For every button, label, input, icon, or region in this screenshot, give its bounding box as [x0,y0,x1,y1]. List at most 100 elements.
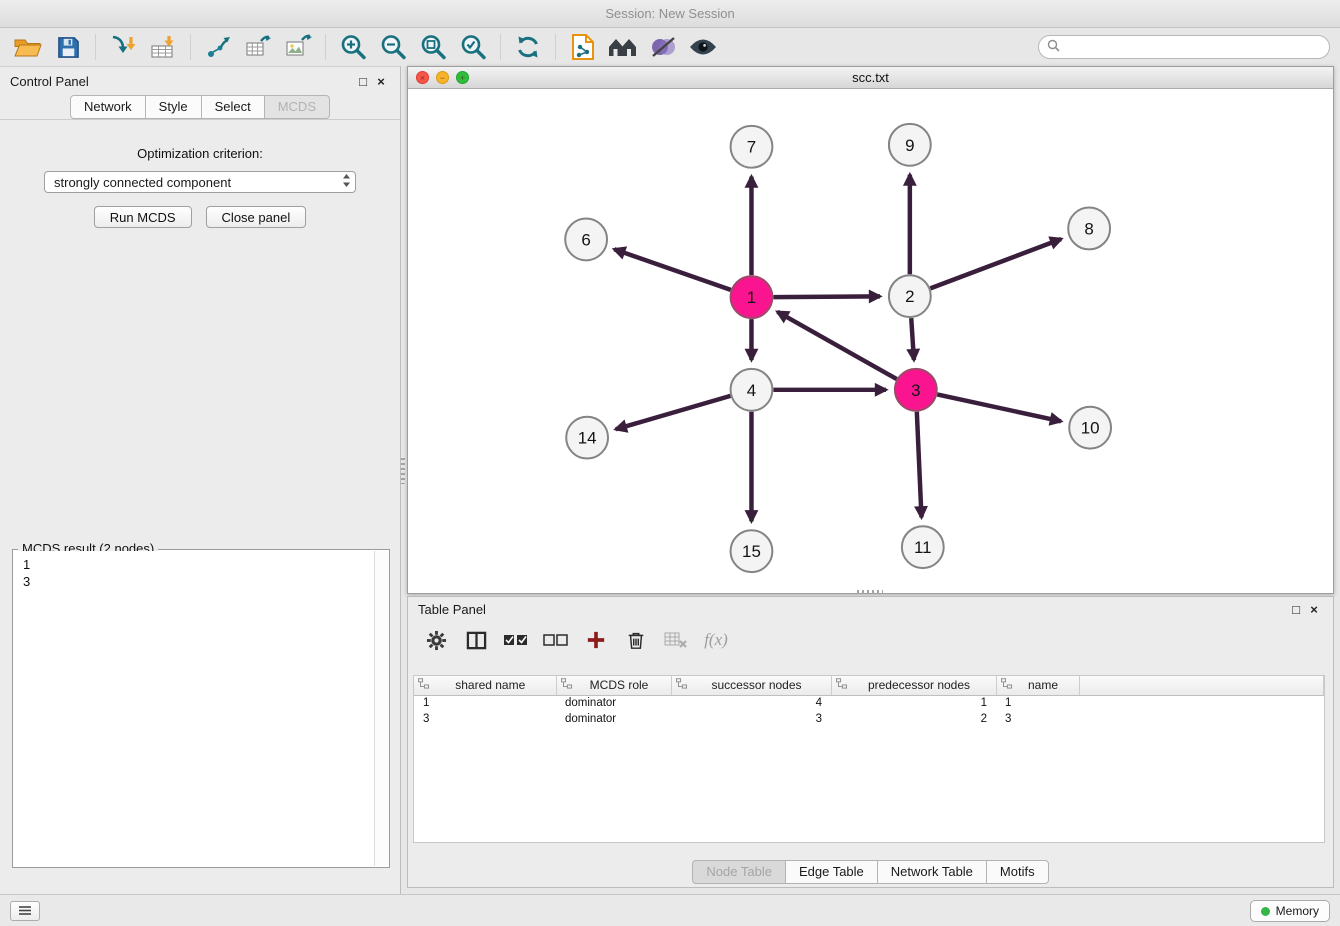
graph-node-15[interactable]: 15 [731,530,773,572]
edge-3-1[interactable] [777,312,896,379]
ndex-button[interactable] [603,30,643,64]
import-table-button[interactable] [143,30,183,64]
houses-icon [607,34,639,60]
network-window-titlebar[interactable]: × − + scc.txt [408,67,1333,89]
network-file-button[interactable] [563,30,603,64]
edge-2-8[interactable] [930,239,1061,288]
tab-node-table[interactable]: Node Table [692,860,786,884]
graph-node-7[interactable]: 7 [731,126,773,168]
column-header-shared-name[interactable]: shared name [414,676,556,695]
network-window: × − + scc.txt 7 9 6 8 1 2 4 3 14 10 15 11 [407,66,1334,594]
zoom-in-button[interactable] [333,30,373,64]
column-sort-icon[interactable] [561,678,572,692]
show-columns-button[interactable] [458,624,494,656]
svg-text:10: 10 [1081,419,1100,438]
select-arrows-icon [342,173,351,191]
graph-node-10[interactable]: 10 [1069,407,1111,449]
run-mcds-button[interactable]: Run MCDS [94,206,192,228]
network-canvas[interactable]: 7 9 6 8 1 2 4 3 14 10 15 11 [409,89,1332,592]
zoom-out-button[interactable] [373,30,413,64]
tab-network-table[interactable]: Network Table [877,860,987,884]
tab-motifs[interactable]: Motifs [986,860,1049,884]
graph-node-9[interactable]: 9 [889,124,931,166]
graph-node-6[interactable]: 6 [565,218,607,260]
gear-icon [426,630,447,651]
search-input[interactable] [1066,40,1321,54]
criterion-select[interactable]: strongly connected component [44,171,356,193]
table-settings-button[interactable] [418,624,454,656]
tab-style[interactable]: Style [145,95,202,119]
column-header-MCDS-role[interactable]: MCDS role [556,676,671,695]
graph-node-11[interactable]: 11 [902,526,944,568]
edge-3-10[interactable] [937,394,1061,421]
graph-node-14[interactable]: 14 [566,417,608,459]
venn-button[interactable] [643,30,683,64]
tab-mcds[interactable]: MCDS [264,95,330,119]
column-header-name[interactable]: name [996,676,1079,695]
graph-node-8[interactable]: 8 [1068,208,1110,250]
node-table-body: 1dominator4113dominator323 [414,695,1324,727]
import-network-button[interactable] [103,30,143,64]
column-sort-icon[interactable] [676,678,687,692]
svg-text:1: 1 [747,288,756,307]
svg-text:3: 3 [911,381,920,400]
graph-node-3[interactable]: 3 [895,369,937,411]
open-session-button[interactable] [8,30,48,64]
deselect-all-columns-button[interactable] [538,624,574,656]
import-table-icon [149,33,177,61]
control-panel: Control Panel □ × Network Style Select M… [0,66,401,894]
mcds-tab-content: Optimization criterion: strongly connect… [0,119,400,894]
column-header-successor-nodes[interactable]: successor nodes [671,676,831,695]
edge-4-14[interactable] [616,396,731,429]
search-box[interactable] [1038,35,1330,59]
edge-1-2[interactable] [773,296,880,297]
delete-column-button[interactable] [618,624,654,656]
mcds-result-box: MCDS result (2 nodes) 13 [12,549,390,868]
maximize-window-icon[interactable]: + [456,71,469,84]
splitter-grip-horizontal[interactable] [857,590,883,594]
mcds-result-lines[interactable]: 13 [14,551,373,866]
mcds-result-scrollbar[interactable] [374,551,389,866]
export-table-button[interactable] [238,30,278,64]
close-window-icon[interactable]: × [416,71,429,84]
zoom-fit-button[interactable] [413,30,453,64]
svg-text:14: 14 [578,429,597,448]
graph-node-1[interactable]: 1 [731,276,773,318]
column-header-predecessor-nodes[interactable]: predecessor nodes [831,676,996,695]
graph-node-2[interactable]: 2 [889,275,931,317]
table-cell: dominator [556,711,671,727]
tab-edge-table[interactable]: Edge Table [785,860,878,884]
column-sort-icon[interactable] [418,678,429,692]
column-sort-icon[interactable] [1001,678,1012,692]
export-image-button[interactable] [278,30,318,64]
zoom-selected-button[interactable] [453,30,493,64]
apply-layout-button[interactable] [508,30,548,64]
edge-2-3[interactable] [911,318,914,360]
column-sort-icon[interactable] [836,678,847,692]
splitter-grip-vertical[interactable] [401,458,405,484]
select-all-columns-button[interactable] [498,624,534,656]
minimize-window-icon[interactable]: − [436,71,449,84]
save-session-button[interactable] [48,30,88,64]
export-network-button[interactable] [198,30,238,64]
graph-node-4[interactable]: 4 [731,369,773,411]
float-window-icon[interactable]: □ [354,74,372,89]
close-panel-button[interactable]: Close panel [206,206,307,228]
edge-1-6[interactable] [614,249,730,290]
edge-3-11[interactable] [917,412,922,518]
tab-network[interactable]: Network [70,95,146,119]
table-row[interactable]: 3dominator323 [414,711,1324,727]
function-builder-button[interactable]: f(x) [698,624,734,656]
close-icon[interactable]: × [1305,602,1323,617]
float-window-icon[interactable]: □ [1287,602,1305,617]
table-row[interactable]: 1dominator411 [414,695,1324,711]
show-details-button[interactable] [683,30,723,64]
task-history-button[interactable] [10,901,40,921]
tab-select[interactable]: Select [201,95,265,119]
add-column-button[interactable] [578,624,614,656]
column-header-filler [1079,676,1324,695]
toolbar-separator [500,34,501,60]
memory-button[interactable]: Memory [1250,900,1330,922]
delete-table-button[interactable] [658,624,694,656]
close-icon[interactable]: × [372,74,390,89]
